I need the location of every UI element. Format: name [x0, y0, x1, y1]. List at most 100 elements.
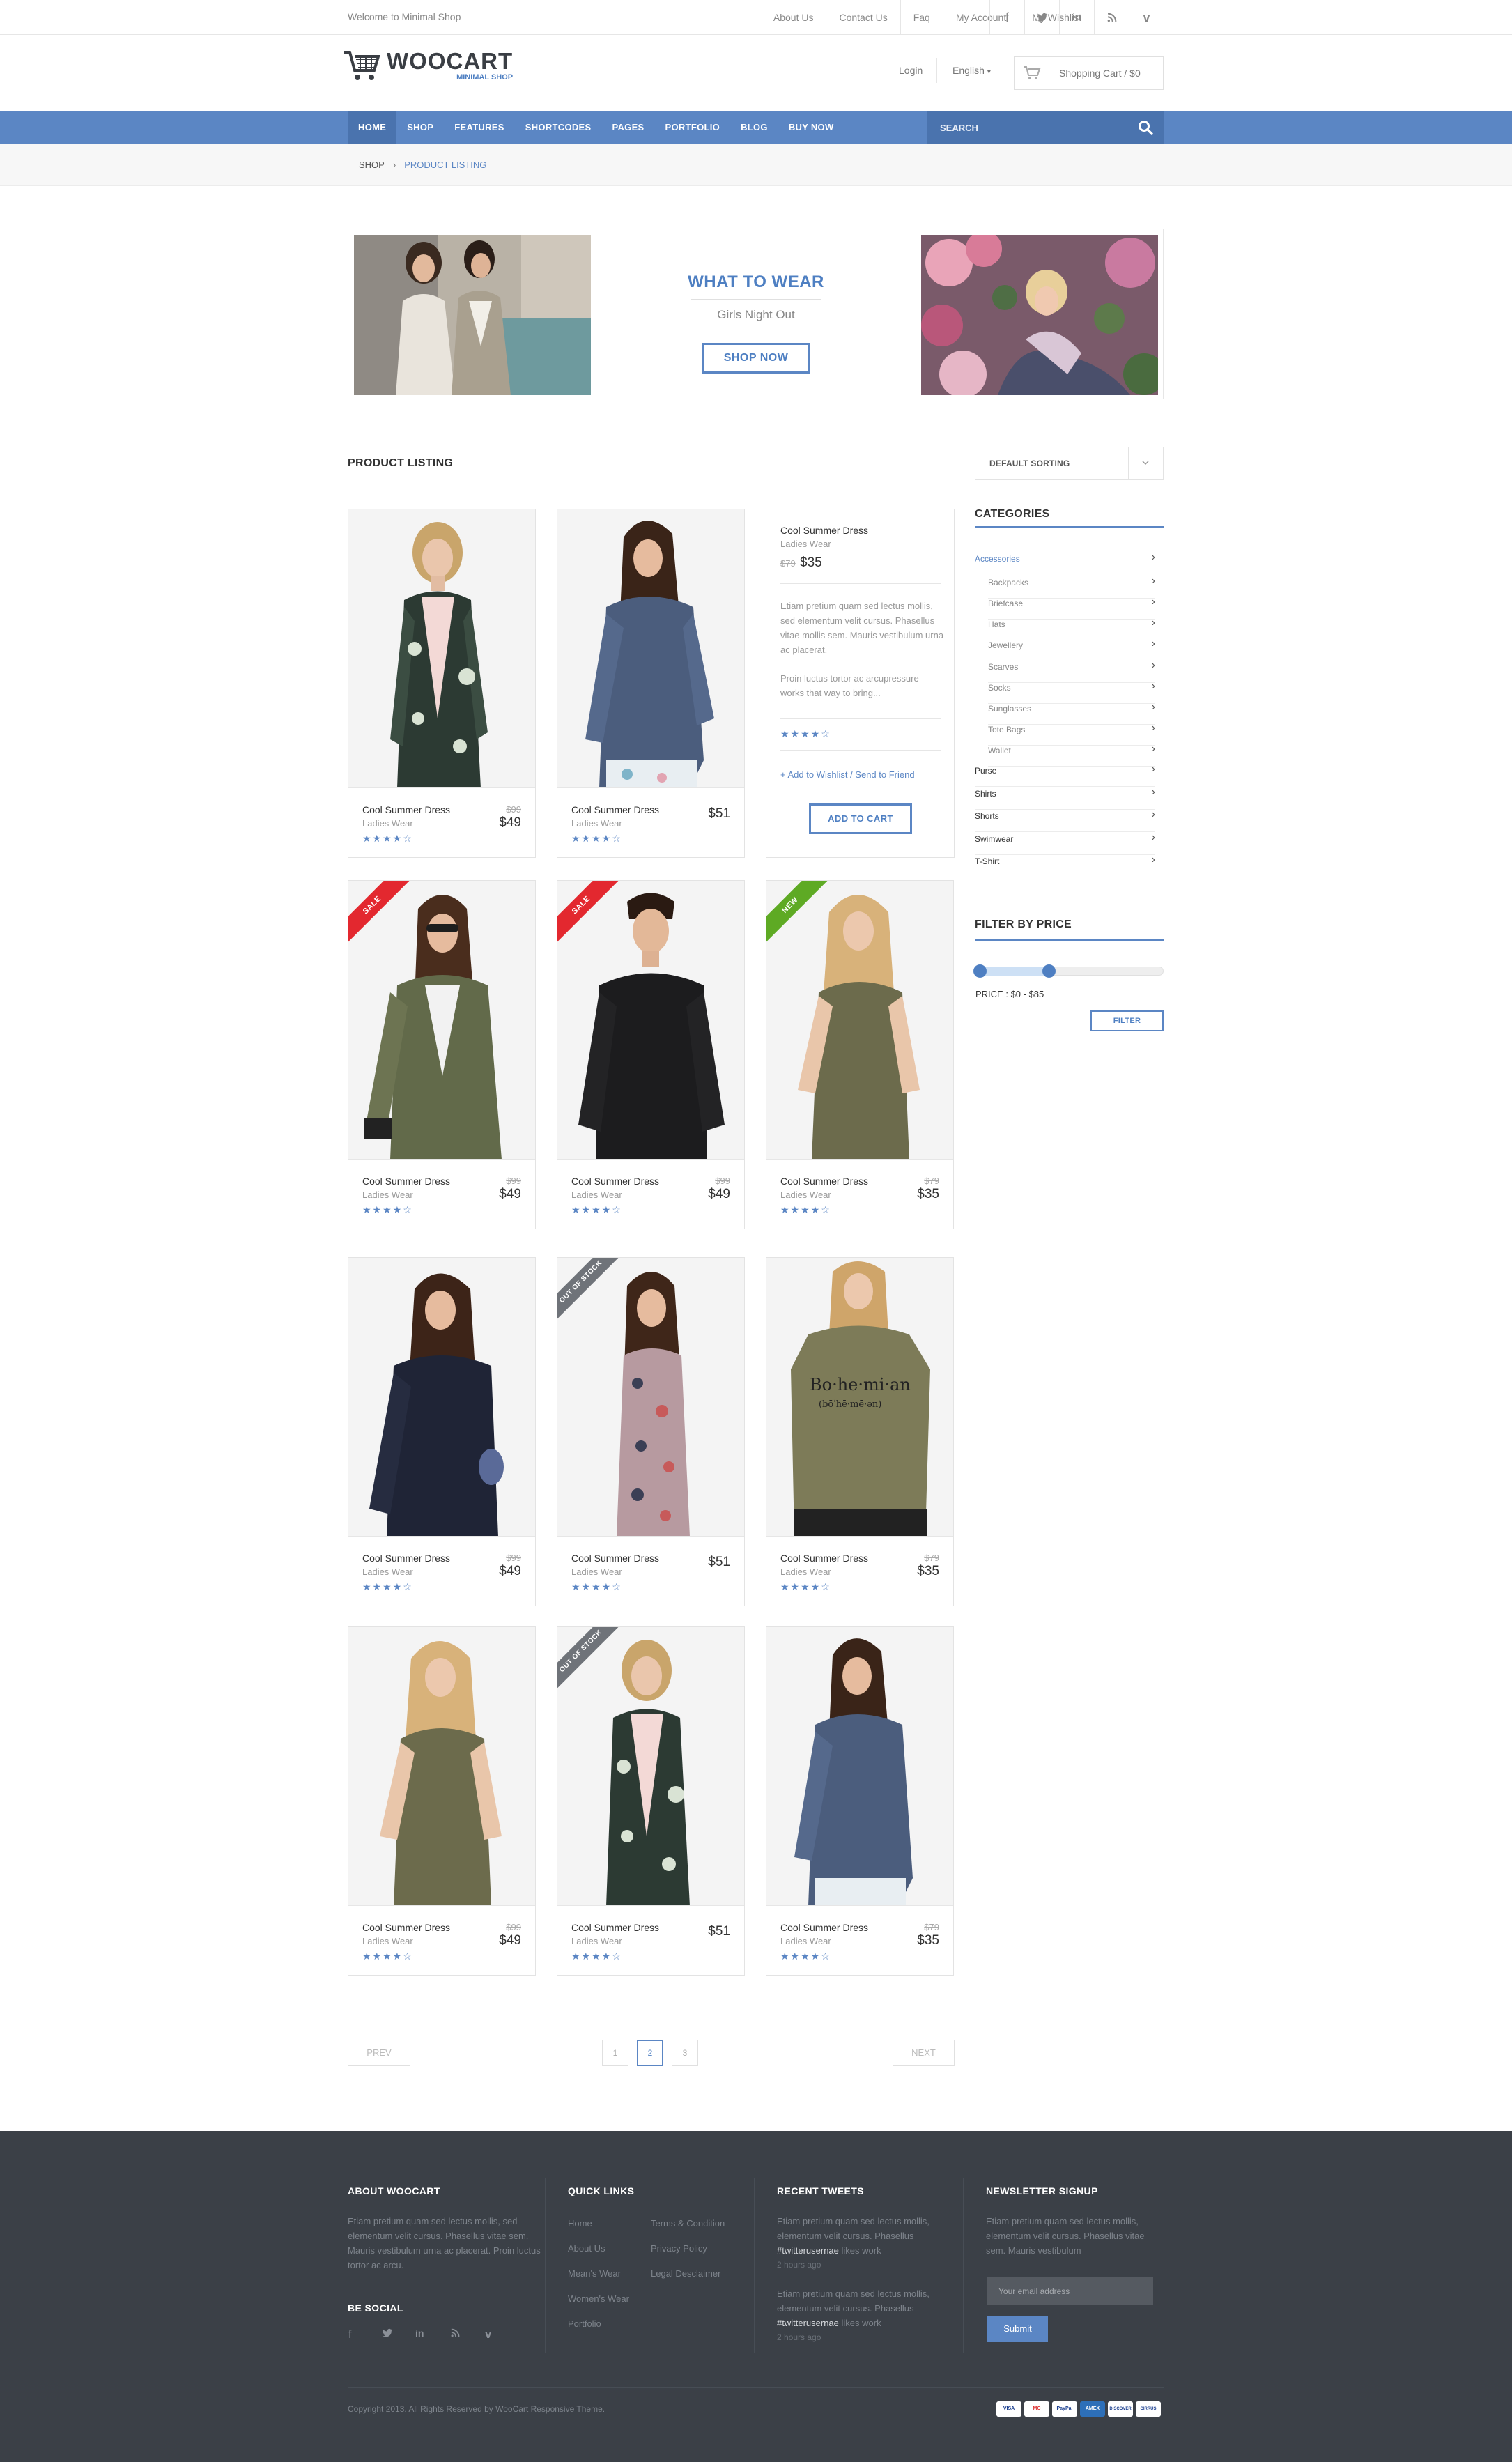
top-link-about[interactable]: About Us [761, 0, 826, 35]
category-item[interactable]: Accessories › [975, 551, 1155, 576]
nav-shortcodes[interactable]: SHORTCODES [515, 111, 602, 144]
category-item[interactable]: Backpacks › [988, 575, 1155, 599]
shop-now-button[interactable]: SHOP NOW [702, 343, 810, 374]
product-name[interactable]: Cool Summer Dress [571, 804, 659, 815]
product-image[interactable] [766, 881, 953, 1160]
product-image[interactable] [348, 1627, 535, 1906]
nav-features[interactable]: FEATURES [444, 111, 515, 144]
product-card[interactable]: Bo·he·mi·an (bōˈhē·mē·ən) Cool Summer Dr… [766, 1257, 954, 1606]
category-item[interactable]: Tote Bags › [988, 722, 1155, 746]
page-2[interactable]: 2 [637, 2040, 663, 2066]
product-image[interactable] [557, 1258, 744, 1537]
category-item[interactable]: Scarves › [988, 659, 1155, 683]
product-name[interactable]: Cool Summer Dress [362, 1176, 450, 1187]
footer-link-terms[interactable]: Terms & Condition [651, 2218, 725, 2229]
price-slider-min-handle[interactable] [973, 964, 987, 978]
category-item[interactable]: Hats › [988, 617, 1155, 640]
top-link-contact[interactable]: Contact Us [826, 0, 900, 35]
product-card[interactable]: SALE Cool Summer Dress Ladies Wear $99 $… [348, 880, 536, 1229]
product-card[interactable]: Cool Summer Dress Ladies Wear $79 $35 ★★… [766, 1626, 954, 1976]
product-name[interactable]: Cool Summer Dress [780, 525, 868, 536]
product-name[interactable]: Cool Summer Dress [780, 1553, 868, 1564]
category-item[interactable]: Wallet › [988, 743, 1155, 767]
newsletter-email-input[interactable] [987, 2277, 1153, 2305]
category-item[interactable]: Jewellery › [988, 638, 1155, 661]
add-to-cart-button[interactable]: ADD TO CART [809, 803, 912, 834]
newsletter-submit-button[interactable]: Submit [987, 2316, 1048, 2342]
footer-link-about[interactable]: About Us [568, 2243, 605, 2254]
category-item[interactable]: Shirts › [975, 786, 1155, 810]
top-link-faq[interactable]: Faq [900, 0, 943, 35]
nav-home[interactable]: HOME [348, 111, 397, 144]
rss-icon[interactable] [1094, 0, 1129, 35]
search-icon[interactable] [1137, 119, 1154, 136]
product-image[interactable] [348, 881, 535, 1160]
category-item[interactable]: Sunglasses › [988, 701, 1155, 725]
product-image[interactable]: Bo·he·mi·an (bōˈhē·mē·ən) [766, 1258, 953, 1537]
facebook-icon[interactable]: f [348, 2328, 352, 2341]
product-card[interactable]: Cool Summer Dress Ladies Wear $99 $49 ★★… [348, 1257, 536, 1606]
product-name[interactable]: Cool Summer Dress [571, 1922, 659, 1933]
search-input[interactable] [927, 111, 1123, 144]
nav-blog[interactable]: BLOG [730, 111, 778, 144]
product-card[interactable]: NEW Cool Summer Dress Ladies Wear $79 $3… [766, 880, 954, 1229]
category-item[interactable]: Socks › [988, 680, 1155, 704]
price-slider-max-handle[interactable] [1042, 964, 1056, 978]
linkedin-icon[interactable]: in [1059, 0, 1094, 35]
tweet-user[interactable]: #twitterusernae [777, 2318, 839, 2328]
footer-link-portfolio[interactable]: Portfolio [568, 2318, 601, 2329]
facebook-icon[interactable]: f [989, 0, 1024, 35]
nav-shop[interactable]: SHOP [396, 111, 444, 144]
site-logo[interactable]: WOOCART MINIMAL SHOP [342, 49, 513, 82]
product-image[interactable] [348, 1258, 535, 1537]
category-item[interactable]: Briefcase › [988, 596, 1155, 620]
page-1[interactable]: 1 [602, 2040, 628, 2066]
product-card[interactable]: OUT OF STOCK Cool Summer Dress Ladies We… [557, 1626, 745, 1976]
product-name[interactable]: Cool Summer Dress [362, 804, 450, 815]
prev-page-button[interactable]: PREV [348, 2040, 410, 2066]
twitter-icon[interactable] [382, 2328, 393, 2342]
product-card[interactable]: Cool Summer Dress Ladies Wear $51 ★★★★☆ [557, 509, 745, 858]
shopping-cart-button[interactable]: Shopping Cart / $0 [1014, 56, 1164, 90]
product-name[interactable]: Cool Summer Dress [780, 1922, 868, 1933]
breadcrumb-shop[interactable]: SHOP [359, 160, 385, 170]
rss-icon[interactable] [450, 2328, 461, 2341]
login-link[interactable]: Login [899, 65, 923, 76]
product-image[interactable] [557, 509, 744, 788]
product-card[interactable]: SALE Cool Summer Dress Ladies Wear $99 $… [557, 880, 745, 1229]
product-name[interactable]: Cool Summer Dress [362, 1553, 450, 1564]
product-name[interactable]: Cool Summer Dress [362, 1922, 450, 1933]
filter-button[interactable]: FILTER [1090, 1010, 1164, 1031]
twitter-icon[interactable] [1024, 0, 1059, 35]
wishlist-send-links[interactable]: + Add to Wishlist / Send to Friend [780, 769, 915, 780]
product-image[interactable] [766, 1627, 953, 1906]
category-item[interactable]: Purse › [975, 763, 1155, 787]
footer-link-privacy[interactable]: Privacy Policy [651, 2243, 707, 2254]
product-card[interactable]: OUT OF STOCK Cool Summer Dress Ladies We… [557, 1257, 745, 1606]
product-image[interactable] [557, 881, 744, 1160]
footer-link-legal[interactable]: Legal Desclaimer [651, 2268, 720, 2279]
product-card[interactable]: Cool Summer Dress Ladies Wear $99 $49 ★★… [348, 509, 536, 858]
product-name[interactable]: Cool Summer Dress [571, 1176, 659, 1187]
nav-pages[interactable]: PAGES [601, 111, 654, 144]
linkedin-icon[interactable]: in [415, 2328, 424, 2339]
nav-buy-now[interactable]: BUY NOW [778, 111, 844, 144]
category-item[interactable]: T-Shirt › [975, 854, 1155, 877]
next-page-button[interactable]: NEXT [893, 2040, 955, 2066]
category-item[interactable]: Shorts › [975, 808, 1155, 832]
vimeo-icon[interactable]: v [485, 2328, 491, 2341]
footer-link-womens[interactable]: Women's Wear [568, 2293, 629, 2304]
product-name[interactable]: Cool Summer Dress [780, 1176, 868, 1187]
product-name[interactable]: Cool Summer Dress [571, 1553, 659, 1564]
footer-link-mens[interactable]: Mean's Wear [568, 2268, 621, 2279]
tweet-user[interactable]: #twitterusernae [777, 2245, 839, 2256]
language-selector[interactable]: English ▾ [936, 58, 991, 83]
category-item[interactable]: Swimwear › [975, 831, 1155, 855]
footer-link-home[interactable]: Home [568, 2218, 592, 2229]
product-image[interactable] [557, 1627, 744, 1906]
vimeo-icon[interactable]: v [1129, 0, 1164, 35]
page-3[interactable]: 3 [672, 2040, 698, 2066]
product-image[interactable] [348, 509, 535, 788]
product-card[interactable]: Cool Summer Dress Ladies Wear $99 $49 ★★… [348, 1626, 536, 1976]
nav-portfolio[interactable]: PORTFOLIO [655, 111, 731, 144]
